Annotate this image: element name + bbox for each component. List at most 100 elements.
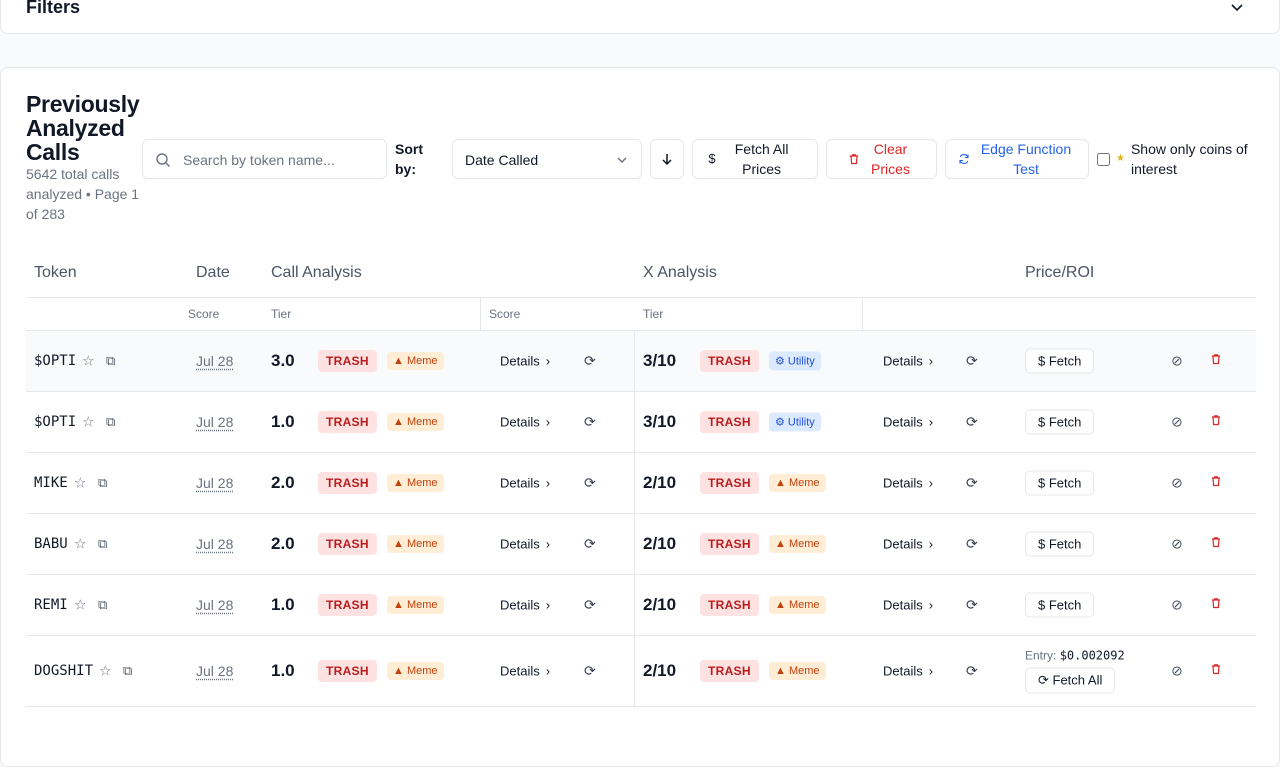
trash-icon[interactable] xyxy=(1210,474,1222,492)
fetch-price-button[interactable]: $ Fetch xyxy=(1025,410,1094,435)
table-row[interactable]: MIKE ☆ ⧉ Jul 28 2.0 TRASH ▲ Meme Details… xyxy=(26,453,1256,514)
x-score: 2/10 xyxy=(643,473,676,493)
refresh-icon[interactable]: ⟳ xyxy=(584,597,596,614)
x-details-button[interactable]: Details › xyxy=(883,598,933,613)
call-score: 3.0 xyxy=(271,351,295,371)
search-input[interactable] xyxy=(183,149,378,171)
call-date[interactable]: Jul 28 xyxy=(196,597,233,613)
ban-icon[interactable]: ⊘ xyxy=(1171,597,1183,614)
call-date[interactable]: Jul 28 xyxy=(196,663,233,679)
category-badge: ▲ Meme xyxy=(387,413,444,431)
copy-icon[interactable]: ⧉ xyxy=(106,353,115,369)
tier-badge: TRASH xyxy=(318,533,377,555)
chevron-right-icon: › xyxy=(929,598,933,613)
call-date[interactable]: Jul 28 xyxy=(196,536,233,552)
call-details-button[interactable]: Details › xyxy=(500,354,550,369)
copy-icon[interactable]: ⧉ xyxy=(98,536,107,552)
call-details-button[interactable]: Details › xyxy=(500,415,550,430)
edge-function-test-button[interactable]: Edge Function Test xyxy=(945,139,1089,179)
call-details-button[interactable]: Details › xyxy=(500,476,550,491)
trash-icon[interactable] xyxy=(1210,596,1222,614)
sort-select[interactable]: Date Called xyxy=(452,139,642,179)
trash-icon[interactable] xyxy=(1210,535,1222,553)
table-row[interactable]: DOGSHIT ☆ ⧉ Jul 28 1.0 TRASH ▲ Meme Deta… xyxy=(26,636,1256,707)
x-details-button[interactable]: Details › xyxy=(883,476,933,491)
star-icon[interactable]: ☆ xyxy=(74,475,87,492)
clear-prices-button[interactable]: Clear Prices xyxy=(826,139,937,179)
ban-icon[interactable]: ⊘ xyxy=(1171,475,1183,492)
ban-icon[interactable]: ⊘ xyxy=(1171,536,1183,553)
trash-icon[interactable] xyxy=(1210,413,1222,431)
table-row[interactable]: REMI ☆ ⧉ Jul 28 1.0 TRASH ▲ Meme Details… xyxy=(26,575,1256,636)
call-date[interactable]: Jul 28 xyxy=(196,353,233,369)
x-category-badge: ▲ Meme xyxy=(769,596,826,614)
fetch-price-button[interactable]: $ Fetch xyxy=(1025,593,1094,618)
refresh-icon[interactable]: ⟳ xyxy=(584,663,596,680)
refresh-icon[interactable]: ⟳ xyxy=(966,414,978,431)
refresh-icon[interactable]: ⟳ xyxy=(584,536,596,553)
x-tier-badge: TRASH xyxy=(700,472,759,494)
coins-of-interest-checkbox[interactable] xyxy=(1097,153,1110,166)
call-details-button[interactable]: Details › xyxy=(500,598,550,613)
calls-panel: Previously Analyzed Calls 5642 total cal… xyxy=(0,67,1280,767)
refresh-icon[interactable]: ⟳ xyxy=(584,475,596,492)
fetch-all-button[interactable]: ⟳ Fetch All xyxy=(1025,668,1115,694)
header-x-analysis: X Analysis xyxy=(643,264,717,282)
copy-icon[interactable]: ⧉ xyxy=(98,597,107,613)
star-icon[interactable]: ☆ xyxy=(74,536,87,553)
trash-icon[interactable] xyxy=(1210,352,1222,370)
call-details-button[interactable]: Details › xyxy=(500,537,550,552)
x-tier-badge: TRASH xyxy=(700,594,759,616)
ban-icon[interactable]: ⊘ xyxy=(1171,414,1183,431)
fetch-all-prices-button[interactable]: $ Fetch All Prices xyxy=(692,139,818,179)
token-name: REMI xyxy=(34,597,68,613)
arrow-down-icon xyxy=(660,152,674,166)
tier-badge: TRASH xyxy=(318,594,377,616)
copy-icon[interactable]: ⧉ xyxy=(98,475,107,491)
fetch-price-button[interactable]: $ Fetch xyxy=(1025,532,1094,557)
header-token: Token xyxy=(34,264,77,282)
search-box[interactable] xyxy=(142,139,387,179)
fetch-price-button[interactable]: $ Fetch xyxy=(1025,349,1094,374)
chevron-right-icon: › xyxy=(546,664,550,679)
table-row[interactable]: $OPTI ☆ ⧉ Jul 28 1.0 TRASH ▲ Meme Detail… xyxy=(26,392,1256,453)
ban-icon[interactable]: ⊘ xyxy=(1171,663,1183,680)
fetch-price-button[interactable]: $ Fetch xyxy=(1025,471,1094,496)
refresh-icon[interactable]: ⟳ xyxy=(584,414,596,431)
refresh-icon[interactable]: ⟳ xyxy=(584,353,596,370)
coins-of-interest-toggle[interactable]: ★ Show only coins of interest xyxy=(1097,139,1257,179)
star-icon[interactable]: ☆ xyxy=(82,414,95,431)
call-date[interactable]: Jul 28 xyxy=(196,475,233,491)
subheader-x-tier: Tier xyxy=(643,307,663,321)
ban-icon[interactable]: ⊘ xyxy=(1171,353,1183,370)
x-details-button[interactable]: Details › xyxy=(883,415,933,430)
call-details-button[interactable]: Details › xyxy=(500,664,550,679)
chevron-down-icon[interactable] xyxy=(1229,0,1245,15)
filters-panel[interactable]: Filters xyxy=(0,0,1280,34)
table-row[interactable]: BABU ☆ ⧉ Jul 28 2.0 TRASH ▲ Meme Details… xyxy=(26,514,1256,575)
x-details-button[interactable]: Details › xyxy=(883,537,933,552)
header-date: Date xyxy=(196,264,230,282)
category-badge: ▲ Meme xyxy=(387,352,444,370)
refresh-icon[interactable]: ⟳ xyxy=(966,597,978,614)
star-icon[interactable]: ☆ xyxy=(74,597,87,614)
token-name: DOGSHIT xyxy=(34,663,93,679)
refresh-icon[interactable]: ⟳ xyxy=(966,353,978,370)
star-icon[interactable]: ☆ xyxy=(82,353,95,370)
copy-icon[interactable]: ⧉ xyxy=(106,414,115,430)
x-details-button[interactable]: Details › xyxy=(883,354,933,369)
refresh-icon[interactable]: ⟳ xyxy=(966,475,978,492)
refresh-icon[interactable]: ⟳ xyxy=(966,663,978,680)
copy-icon[interactable]: ⧉ xyxy=(123,663,132,679)
refresh-icon[interactable]: ⟳ xyxy=(966,536,978,553)
star-icon[interactable]: ☆ xyxy=(99,663,112,680)
token-name: MIKE xyxy=(34,475,68,491)
sort-direction-button[interactable] xyxy=(650,139,684,179)
page-subtitle: 5642 total calls analyzed • Page 1 of 28… xyxy=(26,164,144,224)
chevron-right-icon: › xyxy=(929,476,933,491)
table-row[interactable]: $OPTI ☆ ⧉ Jul 28 3.0 TRASH ▲ Meme Detail… xyxy=(26,331,1256,392)
trash-icon[interactable] xyxy=(1210,662,1222,680)
x-details-button[interactable]: Details › xyxy=(883,664,933,679)
category-badge: ▲ Meme xyxy=(387,535,444,553)
call-date[interactable]: Jul 28 xyxy=(196,414,233,430)
